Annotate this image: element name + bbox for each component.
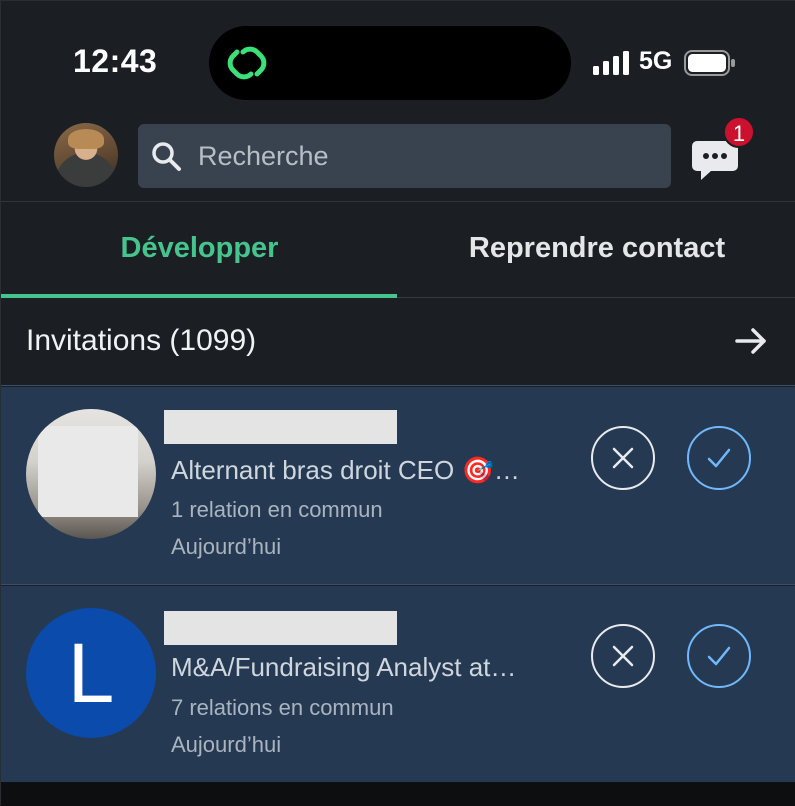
network-type: 5G [639, 47, 673, 75]
dynamic-island [209, 26, 571, 100]
accept-button[interactable] [687, 426, 751, 490]
mutual-connections: 1 relation en commun [171, 497, 383, 522]
checkmark-icon [707, 646, 731, 666]
profile-avatar[interactable] [54, 123, 118, 187]
search-icon [152, 142, 181, 171]
top-header: 1 [1, 109, 795, 201]
redacted-name [164, 611, 397, 645]
close-icon [612, 447, 634, 469]
tab-bar: Développer Reprendre contact [1, 201, 795, 298]
messaging-badge: 1 [723, 116, 755, 148]
bottom-edge [1, 782, 795, 806]
status-bar: 12:43 5G [1, 1, 795, 109]
redacted-name [164, 410, 397, 444]
arrow-right-icon[interactable] [734, 326, 768, 356]
link-app-icon [227, 46, 267, 80]
status-time: 12:43 [73, 43, 158, 79]
tab-developper[interactable]: Développer [1, 202, 398, 298]
search-bar[interactable] [138, 124, 671, 188]
invitations-header[interactable]: Invitations (1099) [1, 298, 795, 386]
close-icon [612, 645, 634, 667]
ignore-button[interactable] [591, 426, 655, 490]
ignore-button[interactable] [591, 624, 655, 688]
mutual-connections: 7 relations en commun [171, 695, 394, 720]
invitation-headline: M&A/Fundraising Analyst at… [171, 652, 517, 682]
invitation-item[interactable]: L M&A/Fundraising Analyst at… 7 relation… [1, 586, 795, 782]
invitation-avatar[interactable] [26, 409, 156, 539]
invitation-headline: Alternant bras droit CEO 🎯… [171, 455, 520, 485]
signal-icon [593, 51, 629, 75]
checkmark-icon [707, 448, 731, 468]
invitation-time: Aujourd’hui [171, 732, 282, 757]
redacted-photo [38, 426, 138, 517]
battery-icon [684, 50, 735, 76]
invitation-avatar[interactable]: L [26, 608, 156, 738]
accept-button[interactable] [687, 624, 751, 688]
invitation-item[interactable]: Alternant bras droit CEO 🎯… 1 relation e… [1, 387, 795, 585]
tab-reprendre-contact[interactable]: Reprendre contact [398, 202, 795, 298]
invitations-title: Invitations (1099) [26, 324, 257, 357]
search-input[interactable] [198, 124, 658, 188]
app-screen: 12:43 5G Recherche 1 Développer Reprendr… [0, 0, 795, 806]
invitation-time: Aujourd’hui [171, 534, 282, 559]
